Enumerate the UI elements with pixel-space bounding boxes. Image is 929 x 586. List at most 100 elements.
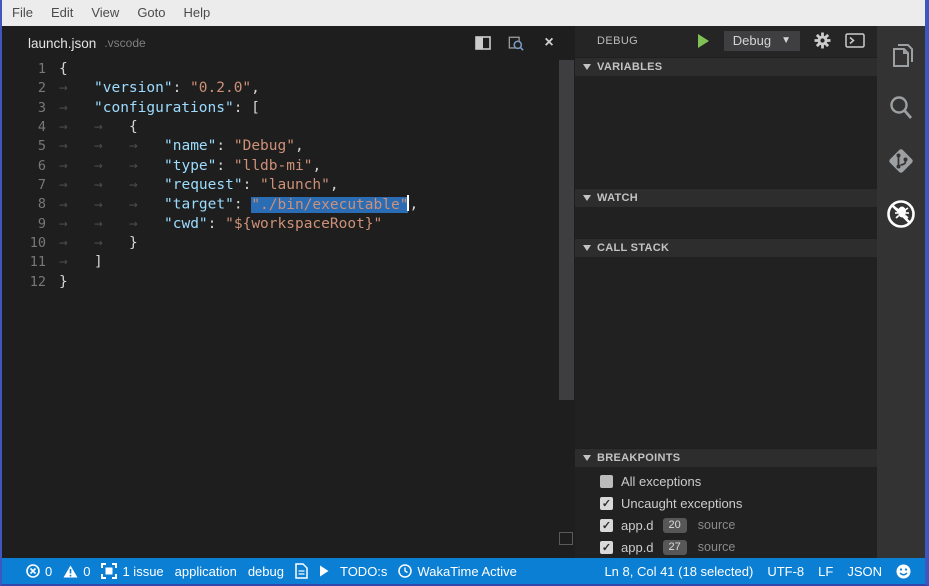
files-icon[interactable]: [885, 39, 917, 71]
tab-whitespace-arrow-icon: →: [59, 137, 94, 156]
tab-whitespace-arrow-icon: →: [59, 253, 94, 272]
section-variables[interactable]: VARIABLES: [575, 57, 877, 76]
code-editor[interactable]: 1{2→"version": "0.2.0",3→"configurations…: [2, 60, 558, 558]
line-number[interactable]: 5: [2, 137, 46, 156]
line-number[interactable]: 2: [2, 79, 46, 98]
status-json[interactable]: JSON: [847, 564, 882, 579]
clock-icon[interactable]: WakaTime Active: [398, 564, 516, 579]
code-line[interactable]: 5 →→→"name": "Debug",: [2, 137, 558, 156]
line-number[interactable]: 7: [2, 176, 46, 195]
variables-body[interactable]: [575, 76, 877, 188]
debug-config-dropdown[interactable]: Debug ▼: [724, 31, 800, 51]
error-icon[interactable]: 0: [26, 564, 52, 579]
code-line[interactable]: 10 →→}: [2, 234, 558, 253]
editor-scrollbar[interactable]: [558, 60, 575, 558]
line-content[interactable]: →→→"name": "Debug",: [59, 137, 304, 156]
close-icon[interactable]: ×: [541, 35, 557, 51]
play-icon[interactable]: [319, 565, 329, 577]
tab-filename[interactable]: launch.json: [28, 36, 96, 51]
line-number[interactable]: 12: [2, 273, 46, 292]
checkbox-checked[interactable]: ✓: [600, 497, 613, 510]
menu-goto[interactable]: Goto: [128, 0, 174, 26]
status-label: UTF-8: [767, 564, 804, 579]
menu-view[interactable]: View: [82, 0, 128, 26]
line-content[interactable]: →→→"cwd": "${workspaceRoot}": [59, 215, 382, 234]
line-number[interactable]: 8: [2, 195, 46, 214]
code-line[interactable]: 6 →→→"type": "lldb-mi",: [2, 157, 558, 176]
code-line[interactable]: 7 →→→"request": "launch",: [2, 176, 558, 195]
code-token: "launch": [260, 177, 330, 193]
tab-whitespace-arrow-icon: →: [94, 196, 129, 215]
issues-icon[interactable]: 1 issue: [101, 563, 163, 579]
menu-help[interactable]: Help: [175, 0, 220, 26]
line-content[interactable]: →→{: [59, 118, 138, 137]
status-lf[interactable]: LF: [818, 564, 833, 579]
breakpoint-row[interactable]: ✓app.d20source: [575, 514, 877, 536]
status-utf-8[interactable]: UTF-8: [767, 564, 804, 579]
line-content[interactable]: →→}: [59, 234, 138, 253]
status-debug[interactable]: debug: [248, 564, 284, 579]
line-number[interactable]: 10: [2, 234, 46, 253]
watch-body[interactable]: [575, 207, 877, 238]
menu-file[interactable]: File: [3, 0, 42, 26]
code-line[interactable]: 12}: [2, 273, 558, 292]
status-label: Ln 8, Col 41 (18 selected): [604, 564, 753, 579]
line-number[interactable]: 3: [2, 99, 46, 118]
line-content[interactable]: {: [59, 60, 68, 79]
line-content[interactable]: }: [59, 273, 68, 292]
line-content[interactable]: →→→"request": "launch",: [59, 176, 339, 195]
checkbox-checked[interactable]: ✓: [600, 519, 613, 532]
scrollbar-thumb[interactable]: [559, 60, 574, 400]
code-token: }: [59, 274, 68, 290]
breakpoint-row[interactable]: ✓app.d27source: [575, 536, 877, 558]
tab-whitespace-arrow-icon: →: [59, 118, 94, 137]
line-number[interactable]: 6: [2, 157, 46, 176]
line-number[interactable]: 1: [2, 60, 46, 79]
code-line[interactable]: 4 →→{: [2, 118, 558, 137]
code-token: "version": [94, 80, 173, 96]
code-token: ,: [295, 138, 304, 154]
code-line[interactable]: 8 →→→"target": "./bin/executable",: [2, 195, 558, 214]
start-debug-icon[interactable]: [697, 33, 710, 49]
collapse-icon: [583, 455, 591, 461]
section-breakpoints[interactable]: BREAKPOINTS: [575, 448, 877, 467]
line-number[interactable]: 9: [2, 215, 46, 234]
status-label: TODO:s: [340, 564, 387, 579]
code-line[interactable]: 11 →]: [2, 253, 558, 272]
code-line[interactable]: 9 →→→"cwd": "${workspaceRoot}": [2, 215, 558, 234]
menu-edit[interactable]: Edit: [42, 0, 82, 26]
open-preview-icon[interactable]: [508, 35, 524, 51]
menubar: FileEditViewGotoHelp: [2, 0, 925, 26]
line-content[interactable]: →"configurations": [: [59, 99, 260, 118]
checkbox-unchecked[interactable]: [600, 475, 613, 488]
split-editor-icon[interactable]: [475, 35, 491, 51]
status-application[interactable]: application: [175, 564, 237, 579]
line-content[interactable]: →→→"target": "./bin/executable",: [59, 195, 418, 214]
smiley-icon[interactable]: [896, 564, 911, 579]
code-token: :: [216, 138, 233, 154]
checkbox-checked[interactable]: ✓: [600, 541, 613, 554]
file-icon[interactable]: [295, 563, 308, 579]
status-ln-8-col-41-18-selected[interactable]: Ln 8, Col 41 (18 selected): [604, 564, 753, 579]
breakpoint-row[interactable]: ✓Uncaught exceptions: [575, 492, 877, 514]
code-line[interactable]: 3 →"configurations": [: [2, 99, 558, 118]
section-watch[interactable]: WATCH: [575, 188, 877, 207]
code-line[interactable]: 2 →"version": "0.2.0",: [2, 79, 558, 98]
section-call-stack[interactable]: CALL STACK: [575, 238, 877, 257]
warning-icon[interactable]: 0: [63, 564, 90, 579]
debug-icon[interactable]: [885, 198, 917, 230]
breakpoint-row[interactable]: All exceptions: [575, 470, 877, 492]
status-todo-s[interactable]: TODO:s: [340, 564, 387, 579]
line-number[interactable]: 11: [2, 253, 46, 272]
line-content[interactable]: →]: [59, 253, 103, 272]
line-content[interactable]: →"version": "0.2.0",: [59, 79, 260, 98]
line-content[interactable]: →→→"type": "lldb-mi",: [59, 157, 321, 176]
code-token: ,: [409, 197, 418, 213]
git-icon[interactable]: [885, 145, 917, 177]
gear-icon[interactable]: [814, 32, 831, 49]
search-icon[interactable]: [885, 92, 917, 124]
line-number[interactable]: 4: [2, 118, 46, 137]
debug-console-icon[interactable]: [845, 33, 865, 48]
code-line[interactable]: 1{: [2, 60, 558, 79]
call-stack-body[interactable]: [575, 257, 877, 448]
